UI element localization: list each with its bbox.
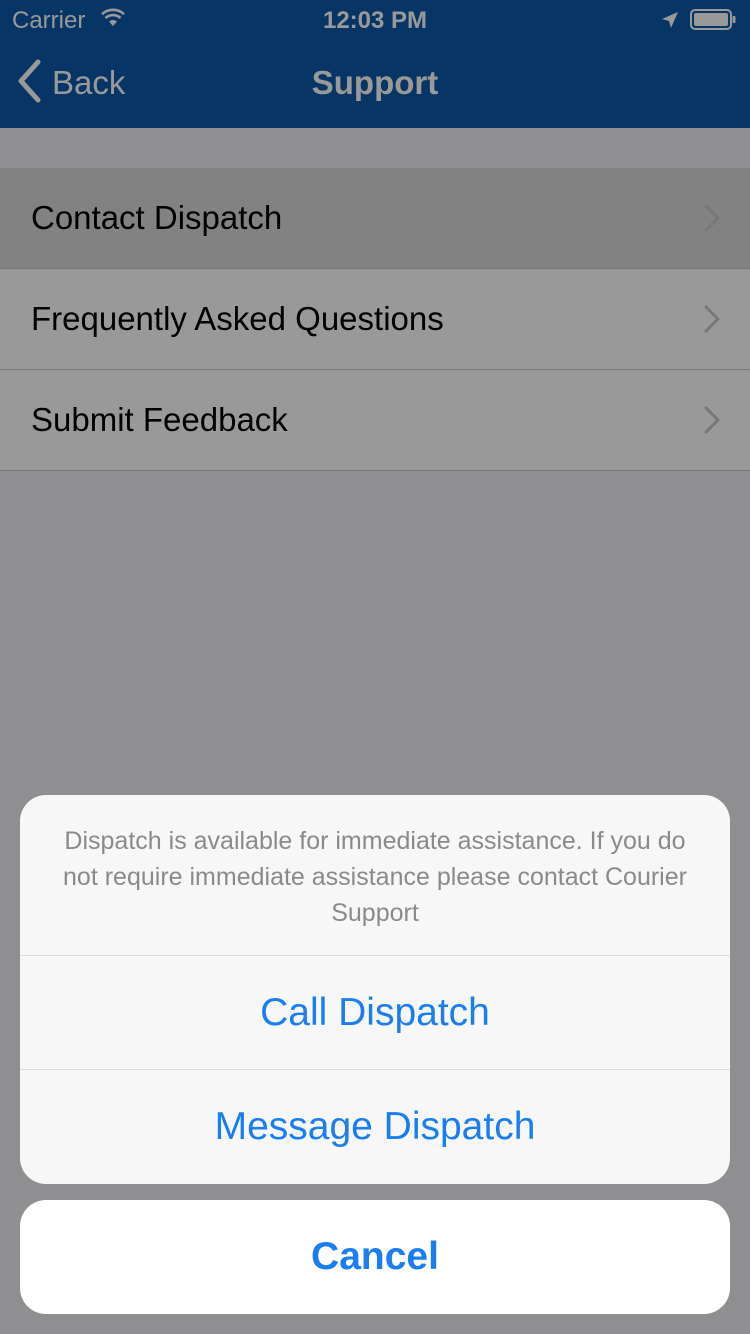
call-dispatch-button[interactable]: Call Dispatch	[20, 956, 730, 1070]
action-sheet-message: Dispatch is available for immediate assi…	[20, 795, 730, 956]
action-sheet: Dispatch is available for immediate assi…	[20, 795, 730, 1184]
message-dispatch-button[interactable]: Message Dispatch	[20, 1070, 730, 1184]
cancel-button[interactable]: Cancel	[20, 1200, 730, 1314]
